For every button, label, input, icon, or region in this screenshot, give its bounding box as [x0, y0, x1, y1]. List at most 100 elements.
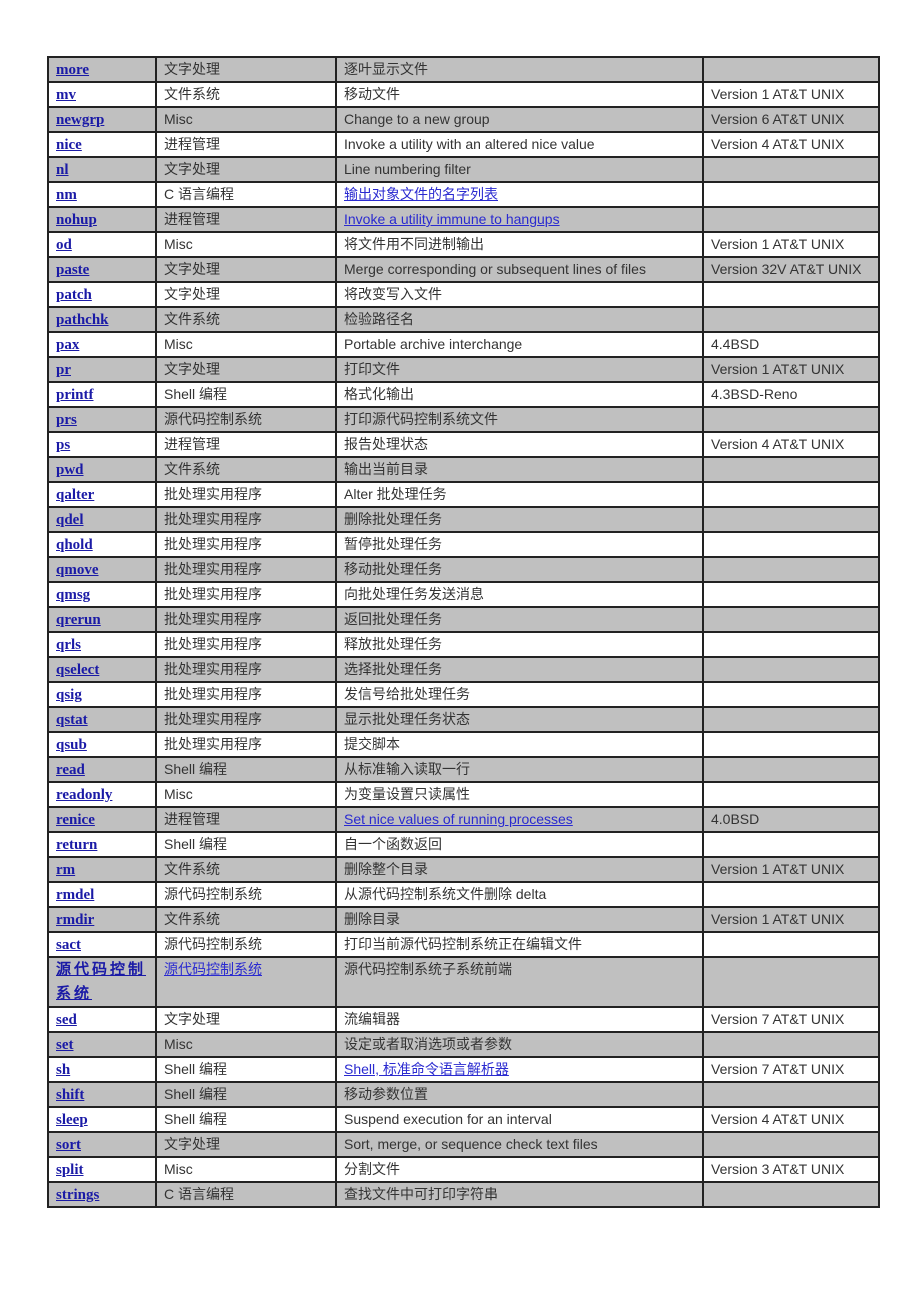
- command-link[interactable]: qmsg: [56, 587, 90, 603]
- command-link[interactable]: patch: [56, 287, 92, 303]
- command-link[interactable]: readonly: [56, 787, 112, 803]
- command-link[interactable]: qhold: [56, 537, 93, 553]
- command-name-cell: nm: [47, 181, 157, 208]
- command-name-cell: qstat: [47, 706, 157, 733]
- description-cell: 移动参数位置: [335, 1081, 704, 1108]
- command-link[interactable]: qalter: [56, 487, 94, 503]
- category-text: 文字处理: [164, 161, 220, 177]
- category-cell: Misc: [155, 106, 337, 133]
- version-cell: [702, 831, 880, 858]
- description-text: 自一个函数返回: [344, 836, 442, 852]
- command-name-cell: shift: [47, 1081, 157, 1108]
- version-cell: 4.0BSD: [702, 806, 880, 833]
- table-row: 源代码控制系统 源代码控制系统 源代码控制系统子系统前端: [47, 956, 880, 1008]
- version-text: Version 3 AT&T UNIX: [711, 1161, 845, 1177]
- category-cell: Shell 编程: [155, 756, 337, 783]
- table-row: pr 文字处理 打印文件 Version 1 AT&T UNIX: [47, 356, 880, 383]
- command-link[interactable]: rm: [56, 862, 75, 878]
- command-link[interactable]: printf: [56, 387, 94, 403]
- command-name-cell: qmove: [47, 556, 157, 583]
- command-link[interactable]: qsub: [56, 737, 87, 753]
- command-link[interactable]: sh: [56, 1062, 70, 1078]
- command-name-cell: readonly: [47, 781, 157, 808]
- description-text: 报告处理状态: [344, 436, 428, 452]
- table-row: od Misc 将文件用不同进制输出 Version 1 AT&T UNIX: [47, 231, 880, 258]
- command-link[interactable]: pr: [56, 362, 71, 378]
- command-name-cell: sleep: [47, 1106, 157, 1133]
- command-link[interactable]: split: [56, 1162, 84, 1178]
- description-link[interactable]: 输出对象文件的名字列表: [344, 186, 498, 202]
- command-name-cell: printf: [47, 381, 157, 408]
- table-row: prs 源代码控制系统 打印源代码控制系统文件: [47, 406, 880, 433]
- category-cell: 源代码控制系统: [155, 931, 337, 958]
- category-text: 文件系统: [164, 911, 220, 927]
- command-link[interactable]: qstat: [56, 712, 88, 728]
- description-text: 删除目录: [344, 911, 400, 927]
- table-row: rmdel 源代码控制系统 从源代码控制系统文件删除 delta: [47, 881, 880, 908]
- description-link[interactable]: Set nice values of running processes: [344, 811, 573, 827]
- description-text: 从源代码控制系统文件删除 delta: [344, 886, 547, 902]
- command-link[interactable]: mv: [56, 87, 76, 103]
- command-link[interactable]: set: [56, 1037, 74, 1053]
- command-link[interactable]: nohup: [56, 212, 97, 228]
- category-link[interactable]: 源代码控制系统: [164, 961, 262, 977]
- category-text: 批处理实用程序: [164, 636, 262, 652]
- command-link[interactable]: strings: [56, 1187, 99, 1203]
- description-cell: 提交脚本: [335, 731, 704, 758]
- category-text: Shell 编程: [164, 1111, 228, 1127]
- version-cell: [702, 406, 880, 433]
- description-link[interactable]: Shell, 标准命令语言解析器: [344, 1061, 509, 1077]
- command-link[interactable]: qrls: [56, 637, 81, 653]
- command-link[interactable]: newgrp: [56, 112, 104, 128]
- command-link[interactable]: pwd: [56, 462, 84, 478]
- command-link[interactable]: more: [56, 62, 89, 78]
- command-link[interactable]: prs: [56, 412, 77, 428]
- command-link[interactable]: 源代码控制系统: [56, 962, 146, 1002]
- category-text: 文字处理: [164, 261, 220, 277]
- command-link[interactable]: sleep: [56, 1112, 88, 1128]
- command-link[interactable]: qmove: [56, 562, 99, 578]
- version-cell: [702, 731, 880, 758]
- description-text: 移动文件: [344, 86, 400, 102]
- command-link[interactable]: qdel: [56, 512, 84, 528]
- command-link[interactable]: qsig: [56, 687, 82, 703]
- description-text: 设定或者取消选项或者参数: [344, 1036, 512, 1052]
- command-link[interactable]: return: [56, 837, 97, 853]
- command-name-cell: qsig: [47, 681, 157, 708]
- version-cell: Version 1 AT&T UNIX: [702, 231, 880, 258]
- command-link[interactable]: sact: [56, 937, 81, 953]
- command-name-cell: return: [47, 831, 157, 858]
- command-link[interactable]: qselect: [56, 662, 99, 678]
- command-link[interactable]: rmdir: [56, 912, 94, 928]
- command-table: more 文字处理 逐叶显示文件 mv 文件系统 移动文件 Version 1 AT&T U…: [47, 56, 880, 1208]
- command-link[interactable]: qrerun: [56, 612, 101, 628]
- description-cell: 流编辑器: [335, 1006, 704, 1033]
- description-text: 源代码控制系统子系统前端: [344, 961, 512, 977]
- command-link[interactable]: rmdel: [56, 887, 94, 903]
- command-link[interactable]: pathchk: [56, 312, 109, 328]
- command-link[interactable]: nice: [56, 137, 82, 153]
- version-cell: [702, 756, 880, 783]
- command-link[interactable]: read: [56, 762, 85, 778]
- version-cell: [702, 531, 880, 558]
- command-link[interactable]: od: [56, 237, 72, 253]
- category-text: Misc: [164, 786, 193, 802]
- category-text: 批处理实用程序: [164, 686, 262, 702]
- description-link[interactable]: Invoke a utility immune to hangups: [344, 211, 560, 227]
- command-link[interactable]: paste: [56, 262, 89, 278]
- version-text: Version 4 AT&T UNIX: [711, 136, 845, 152]
- category-cell: 源代码控制系统: [155, 881, 337, 908]
- command-link[interactable]: nl: [56, 162, 69, 178]
- command-link[interactable]: sort: [56, 1137, 81, 1153]
- version-cell: [702, 956, 880, 1008]
- command-link[interactable]: sed: [56, 1012, 77, 1028]
- category-text: 进程管理: [164, 811, 220, 827]
- command-link[interactable]: shift: [56, 1087, 84, 1103]
- command-link[interactable]: ps: [56, 437, 70, 453]
- command-link[interactable]: pax: [56, 337, 79, 353]
- command-link[interactable]: renice: [56, 812, 95, 828]
- category-cell: 批处理实用程序: [155, 706, 337, 733]
- version-cell: Version 7 AT&T UNIX: [702, 1056, 880, 1083]
- description-cell: 返回批处理任务: [335, 606, 704, 633]
- command-link[interactable]: nm: [56, 187, 77, 203]
